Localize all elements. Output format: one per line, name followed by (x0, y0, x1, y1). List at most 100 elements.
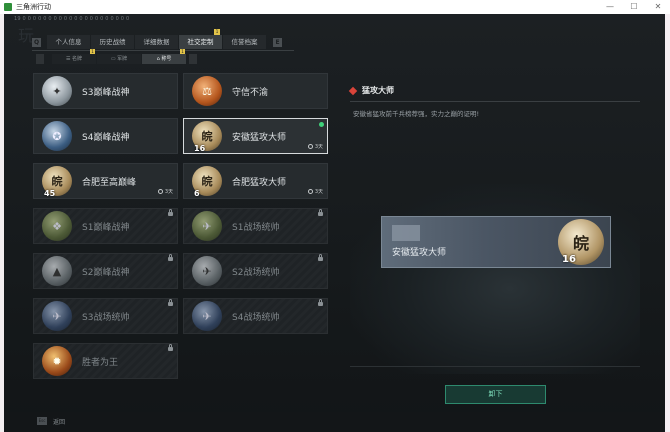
title-label: S2战场统帅 (232, 267, 280, 278)
banner-title-name: 安徽猛攻大师 (392, 248, 447, 258)
close-button[interactable]: ✕ (646, 0, 670, 14)
medal-glyph: ✹ (52, 354, 62, 368)
subtab-badge: 1 (180, 49, 185, 54)
subtab-2[interactable]: ⌂ 称号 1 (142, 49, 186, 64)
clock-icon (307, 189, 313, 194)
background-art (350, 184, 640, 374)
medal-icon: ❖ (42, 211, 72, 241)
lock-icon (168, 299, 173, 306)
title-label: 合肥猛攻大师 (232, 177, 287, 188)
expire-text: 3天 (314, 144, 323, 150)
subtab-next-key[interactable] (189, 54, 197, 64)
subtab-label: 名牌 (72, 56, 83, 62)
tabs: 个人信息 历史战绩 详细数据 社交定制 1 信誉档案 (47, 29, 267, 49)
title-label: S1战场统帅 (232, 222, 280, 233)
medal-glyph: ✈ (202, 219, 212, 233)
medal-icon: ⚖ (192, 76, 222, 106)
banner-medal-number: 16 (562, 254, 576, 265)
medal-glyph: ❖ (52, 219, 62, 233)
tabbar-divider (32, 50, 294, 51)
medal-icon: ✹ (42, 346, 72, 376)
medal-icon: ✈ (192, 256, 222, 286)
title-card[interactable]: ✈ S2战场统帅 (183, 253, 328, 289)
title-card[interactable]: ✪ S4巅峰战神 (33, 118, 178, 154)
title-card[interactable]: ⚖ 守信不渝 (183, 73, 328, 109)
expire-text: 3天 (314, 189, 323, 195)
lock-icon (168, 344, 173, 351)
tab-0[interactable]: 个人信息 (47, 35, 90, 49)
medal-glyph: ✈ (52, 309, 62, 323)
subtab-label: 军牌 (117, 56, 128, 62)
desktop-edge-right (665, 14, 670, 432)
title-card[interactable]: 皖 6 合肥猛攻大师 3天 (183, 163, 328, 199)
detail-description: 安徽省猛攻前千兵榜荐强，实力之巅的证明! (353, 110, 480, 118)
title-card[interactable]: ✦ S3巅峰战神 (33, 73, 178, 109)
subtab-1[interactable]: ▭ 军牌 (97, 54, 141, 64)
medal-icon: ✈ (42, 301, 72, 331)
maximize-button[interactable]: ☐ (622, 0, 646, 14)
tab-next-key[interactable]: E (273, 37, 282, 47)
title-label: S3巅峰战神 (82, 87, 130, 98)
subtab-label: 称号 (161, 56, 172, 62)
medal-icon: ✦ (42, 76, 72, 106)
detail-bottom-divider (350, 366, 640, 367)
title-label: 合肥至高巅峰 (82, 177, 137, 188)
tab-label: 信誉档案 (231, 38, 258, 46)
title-card[interactable]: ✈ S4战场统帅 (183, 298, 328, 334)
medal-icon: 皖 45 (42, 166, 72, 198)
tab-label: 详细数据 (143, 38, 170, 46)
title-card[interactable]: ✈ S3战场统帅 (33, 298, 178, 334)
title-card[interactable]: 皖 45 合肥至高巅峰 3天 (33, 163, 178, 199)
medal-number: 16 (194, 144, 206, 153)
title-label: 守信不渝 (232, 87, 269, 98)
title-label: S4战场统帅 (232, 312, 280, 323)
title-label: S2巅峰战神 (82, 267, 130, 278)
minimize-button[interactable]: — (598, 0, 622, 14)
tab-4[interactable]: 信誉档案 (223, 35, 266, 49)
diamond-icon (348, 86, 358, 95)
esc-key[interactable]: Esc (37, 417, 47, 425)
lock-icon (318, 299, 323, 306)
window-controls: — ☐ ✕ (598, 0, 670, 14)
medal-icon: 皖6 (192, 166, 222, 198)
expire-timer: 3天 (307, 188, 323, 195)
clock-icon (157, 189, 163, 194)
title-card[interactable]: ✹ 胜者为王 (33, 343, 178, 379)
subtabs: ☰ 名牌 1 ▭ 军牌 ⌂ 称号 1 (52, 49, 187, 64)
tab-3[interactable]: 社交定制 1 (179, 29, 222, 49)
title-card[interactable]: ❖ S1巅峰战神 (33, 208, 178, 244)
title-label: S4巅峰战神 (82, 132, 130, 143)
title-preview-banner: 安徽猛攻大师 皖 16 (381, 216, 611, 268)
tab-label: 历史战绩 (99, 38, 126, 46)
subtab-0[interactable]: ☰ 名牌 1 (52, 49, 96, 64)
title-card[interactable]: ▲ S2巅峰战神 (33, 253, 178, 289)
detail-title: 猛攻大师 (362, 86, 394, 95)
medal-icon: ✈ (192, 211, 222, 241)
tab-label: 个人信息 (55, 38, 82, 46)
window-titlebar: 三角洲行动 — ☐ ✕ (0, 0, 670, 14)
window-title: 三角洲行动 (16, 3, 51, 11)
title-label: S1巅峰战神 (82, 222, 130, 233)
medal-number: 6 (194, 189, 200, 198)
title-card[interactable]: ✈ S1战场统帅 (183, 208, 328, 244)
tab-1[interactable]: 历史战绩 (91, 35, 134, 49)
game-window: 19 0 0 0 0 0 0 0 0 0 0 0 0 0 0 0 0 0 0 0… (4, 14, 665, 432)
medal-glyph: ▲ (52, 264, 62, 278)
back-label[interactable]: 返回 (53, 417, 65, 426)
medal-glyph: ✪ (52, 129, 62, 143)
unequip-button[interactable]: 卸下 (445, 385, 546, 404)
medal-number: 45 (44, 189, 56, 198)
medal-icon: ▲ (42, 256, 72, 286)
medal-icon: 皖 16 (192, 121, 222, 153)
lock-icon (168, 254, 173, 261)
title-card[interactable]: 皖 16 安徽猛攻大师 3天 (183, 118, 328, 154)
title-label: S3战场统帅 (82, 312, 130, 323)
tab-prev-key[interactable]: Q (32, 37, 41, 47)
blurred-player-name (392, 225, 420, 241)
tab-badge: 1 (214, 29, 220, 35)
detail-header: 猛攻大师 (348, 85, 394, 96)
medal-icon: ✪ (42, 121, 72, 151)
lock-icon (318, 254, 323, 261)
subtab-prev-key[interactable] (36, 54, 44, 64)
tab-2[interactable]: 详细数据 (135, 35, 178, 49)
